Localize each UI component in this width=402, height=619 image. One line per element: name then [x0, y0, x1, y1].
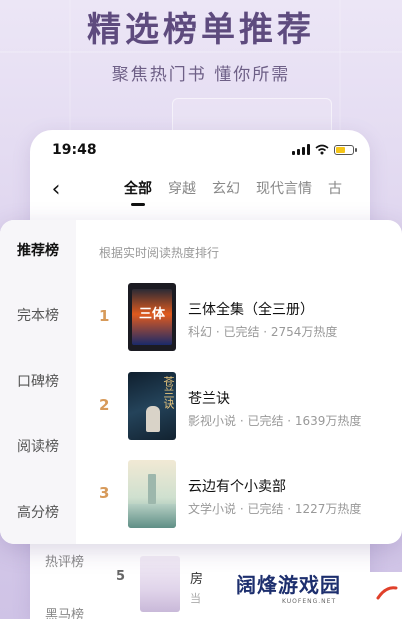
book-list-item[interactable]: 3 云边有个小卖部 文学小说 · 已完结 · 1227万热度 [76, 460, 402, 530]
tabs-fade-overlay [340, 172, 370, 208]
status-time: 19:48 [52, 142, 97, 158]
book-meta: 文学小说 · 已完结 · 1227万热度 [188, 502, 362, 516]
sidebar-item-high-score[interactable]: 高分榜 [0, 502, 76, 522]
ranking-sidebar: 推荐榜 完本榜 口碑榜 阅读榜 高分榜 [0, 220, 76, 544]
book-meta: 科幻 · 已完结 · 2754万热度 [188, 325, 338, 339]
ranking-description: 根据实时阅读热度排行 [99, 246, 220, 260]
swoosh-icon [376, 586, 398, 600]
book-cover-canglan[interactable]: 苍兰诀 [128, 372, 176, 440]
sidebar-item-recommended[interactable]: 推荐榜 [0, 240, 76, 260]
peek-rank: 5 [116, 569, 126, 584]
watermark-logo: 阔烽游戏园 KUOFENG.NET [202, 572, 402, 619]
book-cover-three-body[interactable]: 三体 [128, 283, 176, 351]
tab-time-travel[interactable]: 穿越 [160, 178, 204, 208]
sidebar-item-completed[interactable]: 完本榜 [0, 305, 76, 325]
cover-title: 三体 [138, 307, 165, 322]
battery-icon [334, 144, 357, 155]
category-tabs: 全部 穿越 玄幻 现代言情 古 [116, 178, 350, 208]
book-meta: 影视小说 · 已完结 · 1639万热度 [188, 414, 362, 428]
book-title: 苍兰诀 [188, 391, 230, 407]
promo-headline: 精选榜单推荐 [87, 10, 315, 50]
book-rank: 2 [99, 396, 110, 414]
sidebar-item-reading[interactable]: 阅读榜 [0, 436, 76, 456]
back-arrow-icon[interactable]: ‹ [44, 176, 68, 204]
tab-fantasy[interactable]: 玄幻 [204, 178, 248, 208]
sidebar-item-dark-horse[interactable]: 黑马榜 [45, 604, 84, 619]
tab-all[interactable]: 全部 [116, 178, 160, 208]
peek-book-cover[interactable] [140, 556, 180, 612]
book-cover-yunbian[interactable] [128, 460, 176, 528]
tab-modern-romance[interactable]: 现代言情 [248, 178, 320, 208]
promo-subhead: 聚焦热门书 懂你所需 [111, 65, 291, 85]
signal-icon [292, 144, 310, 155]
book-rank: 1 [99, 307, 110, 325]
book-list-item[interactable]: 1 三体 三体全集（全三册） 科幻 · 已完结 · 2754万热度 [76, 283, 402, 353]
sidebar-item-hot-reviews[interactable]: 热评榜 [45, 551, 84, 570]
status-icons [292, 144, 357, 155]
status-bar: 19:48 [30, 130, 370, 170]
book-rank: 3 [99, 484, 110, 502]
book-title: 三体全集（全三册） [188, 302, 314, 318]
cover-title: 苍兰诀 [162, 376, 175, 409]
peek-book-meta: 当 [190, 592, 201, 605]
sidebar-item-reputation[interactable]: 口碑榜 [0, 371, 76, 391]
book-title: 云边有个小卖部 [188, 479, 286, 495]
book-list-item[interactable]: 2 苍兰诀 苍兰诀 影视小说 · 已完结 · 1639万热度 [76, 372, 402, 442]
ranking-card: 推荐榜 完本榜 口碑榜 阅读榜 高分榜 根据实时阅读热度排行 1 三体 三体全集… [0, 220, 402, 544]
nav-bar: ‹ 全部 穿越 玄幻 现代言情 古 [30, 172, 370, 212]
wifi-icon [315, 144, 329, 155]
